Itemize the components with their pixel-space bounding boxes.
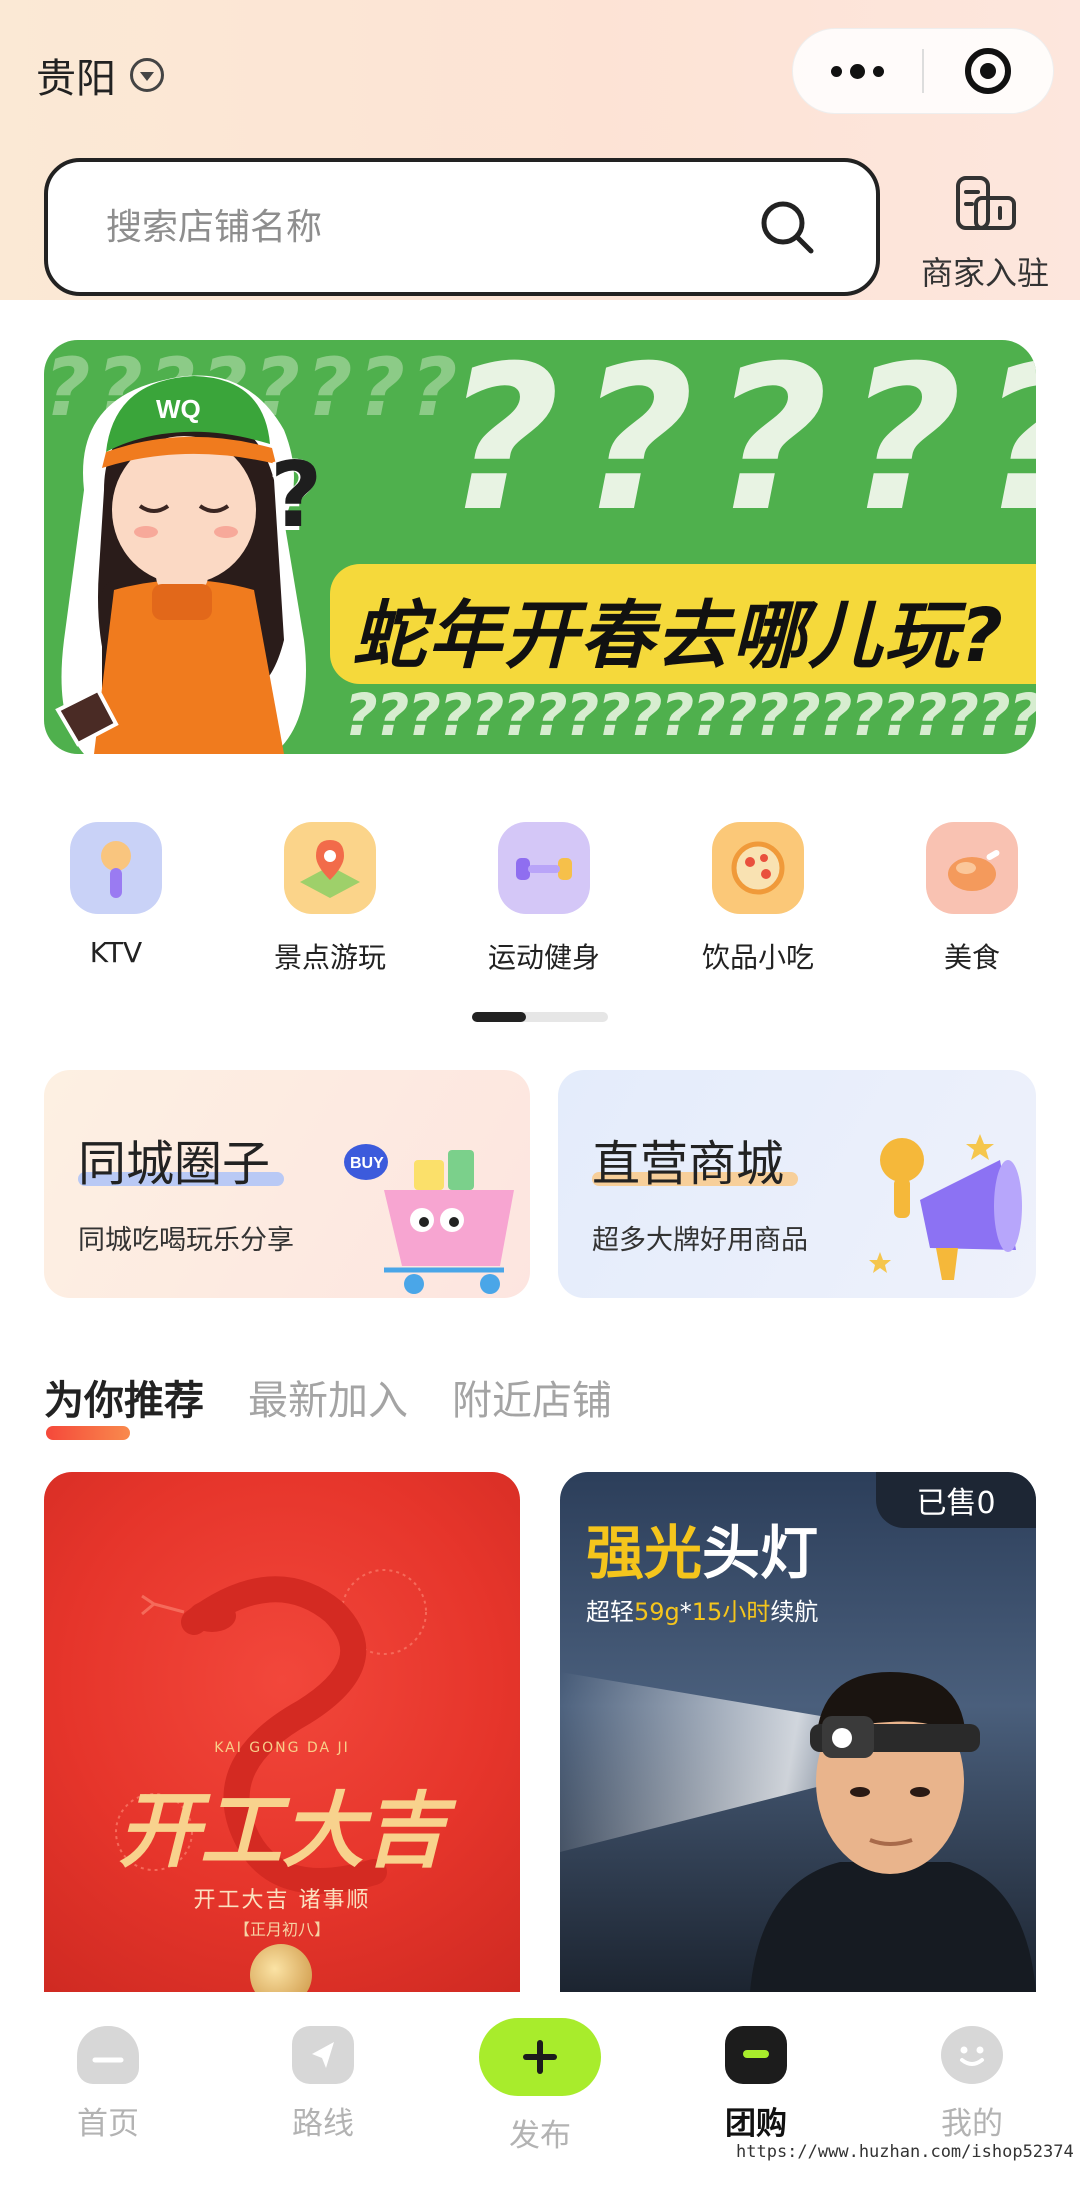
category-snacks[interactable]: 饮品小吃 [658, 822, 858, 976]
shopping-cart-illustration: BUY [344, 1144, 514, 1294]
map-pin-icon [284, 822, 376, 914]
watermark-text: https://www.huzhan.com/ishop52374 [736, 2142, 1074, 2162]
roast-chicken-icon [926, 822, 1018, 914]
city-selector[interactable]: 贵阳 [36, 46, 164, 104]
product-calligraphy-title: 开工大吉 [118, 1783, 446, 1879]
person-with-headlamp-illustration [750, 1672, 1036, 1992]
nav-label: 发布 [509, 2118, 571, 2154]
title-highlight-text: 强光 [586, 1519, 703, 1587]
category-label: 美食 [943, 941, 1000, 974]
sold-count-badge: 已售0 [876, 1472, 1036, 1528]
promo-title: 直营商城 [592, 1136, 785, 1192]
nav-label: 团购 [725, 2106, 787, 2142]
title-rest-text: 头灯 [702, 1519, 819, 1587]
category-pager [472, 1012, 608, 1022]
profile-icon [941, 2026, 1003, 2084]
dumbbell-icon [498, 822, 590, 914]
cartoon-girl-illustration: WQ ? ? [55, 375, 322, 754]
search-icon[interactable] [758, 198, 816, 256]
pizza-icon [712, 822, 804, 914]
nav-home[interactable]: 首页 [38, 2026, 178, 2143]
product-card[interactable]: 已售0 强光头灯 超轻59g*15小时续航 [560, 1472, 1036, 1992]
merchant-join-label: 商家入驻 [920, 254, 1049, 292]
promo-title: 同城圈子 [78, 1136, 271, 1192]
banner-question-marks: ?????? [444, 340, 1036, 556]
snake-illustration [115, 1569, 427, 1894]
close-target-icon[interactable] [924, 29, 1053, 113]
category-scenic[interactable]: 景点游玩 [230, 822, 430, 976]
active-tab-underline [46, 1426, 130, 1440]
feed-tabs: 为你推荐 最新加入 附近店铺 [44, 1368, 612, 1426]
search-input[interactable] [106, 206, 706, 248]
sub-mid: * [679, 1598, 692, 1626]
product-title: 强光头灯 [586, 1506, 818, 1590]
category-row: KTV 景点游玩 运动健身 饮品小吃 美食 [0, 822, 1080, 974]
promo-subtitle: 同城吃喝玩乐分享 [78, 1225, 294, 1256]
svg-text:?: ? [270, 443, 322, 548]
group-buy-icon [725, 2026, 787, 2084]
home-icon [77, 2026, 139, 2084]
product-caption: 开工大吉 诸事顺 [193, 1888, 371, 1913]
promo-card-direct-mall[interactable]: 直营商城 超多大牌好用商品 [558, 1070, 1036, 1298]
product-small-caption: KAI GONG DA JI [214, 1740, 350, 1756]
search-bar[interactable] [44, 158, 880, 296]
nav-profile[interactable]: 我的 [902, 2026, 1042, 2143]
app-screen: 贵阳 商家入驻 ???????? ?????? 蛇年开春去哪儿玩? [0, 0, 1080, 2199]
nav-route[interactable]: 路线 [253, 2026, 393, 2143]
tab-nearby[interactable]: 附近店铺 [452, 1368, 612, 1426]
category-label: 运动健身 [487, 941, 600, 974]
nav-group-buy[interactable]: 团购 [686, 2026, 826, 2143]
category-label: 饮品小吃 [701, 941, 814, 974]
banner-bottom-marks: ??????????????????????? [344, 681, 1036, 749]
tab-newest[interactable]: 最新加入 [248, 1368, 408, 1426]
chevron-down-icon [130, 58, 164, 92]
city-name: 贵阳 [36, 56, 116, 102]
sub-weight: 59g [634, 1598, 680, 1626]
product-subtitle: 超轻59g*15小时续航 [586, 1592, 818, 1627]
cap-logo-text: WQ [156, 394, 201, 424]
sub-suffix: 续航 [770, 1598, 819, 1626]
buy-badge-text: BUY [350, 1155, 384, 1172]
route-icon [292, 2026, 354, 2084]
plus-icon [479, 2018, 601, 2096]
mini-program-capsule [792, 28, 1054, 114]
category-food[interactable]: 美食 [872, 822, 1072, 976]
product-date: 【正月初八】 [233, 1920, 330, 1939]
promo-banner[interactable]: ???????? ?????? 蛇年开春去哪儿玩? ??????????????… [44, 340, 1036, 754]
category-ktv[interactable]: KTV [16, 822, 216, 969]
nav-label: 我的 [941, 2106, 1003, 2142]
bottom-navigation: 首页 路线 发布 团购 我的 [0, 1992, 1080, 2199]
sub-prefix: 超轻 [586, 1598, 634, 1626]
nav-label: 首页 [77, 2106, 139, 2142]
category-label: 景点游玩 [273, 941, 386, 974]
more-options-icon[interactable] [793, 29, 922, 113]
banner-slogan: 蛇年开春去哪儿玩? [352, 593, 1005, 679]
category-fitness[interactable]: 运动健身 [444, 822, 644, 976]
category-label: KTV [89, 936, 143, 969]
pager-active [472, 1012, 526, 1022]
promo-subtitle: 超多大牌好用商品 [592, 1225, 808, 1256]
sub-hours: 15小时 [691, 1598, 771, 1626]
tab-recommended[interactable]: 为你推荐 [44, 1368, 204, 1426]
store-icon [956, 176, 1016, 230]
product-card[interactable]: KAI GONG DA JI 开工大吉 开工大吉 诸事顺 【正月初八】 [44, 1472, 520, 1992]
nav-publish[interactable]: 发布 [470, 2018, 610, 2155]
nav-label: 路线 [292, 2106, 354, 2142]
merchant-join-button[interactable]: 商家入驻 [900, 172, 1070, 294]
megaphone-illustration [869, 1134, 1022, 1280]
promo-card-local-circle[interactable]: 同城圈子 同城吃喝玩乐分享 BUY [44, 1070, 530, 1298]
microphone-icon [70, 822, 162, 914]
